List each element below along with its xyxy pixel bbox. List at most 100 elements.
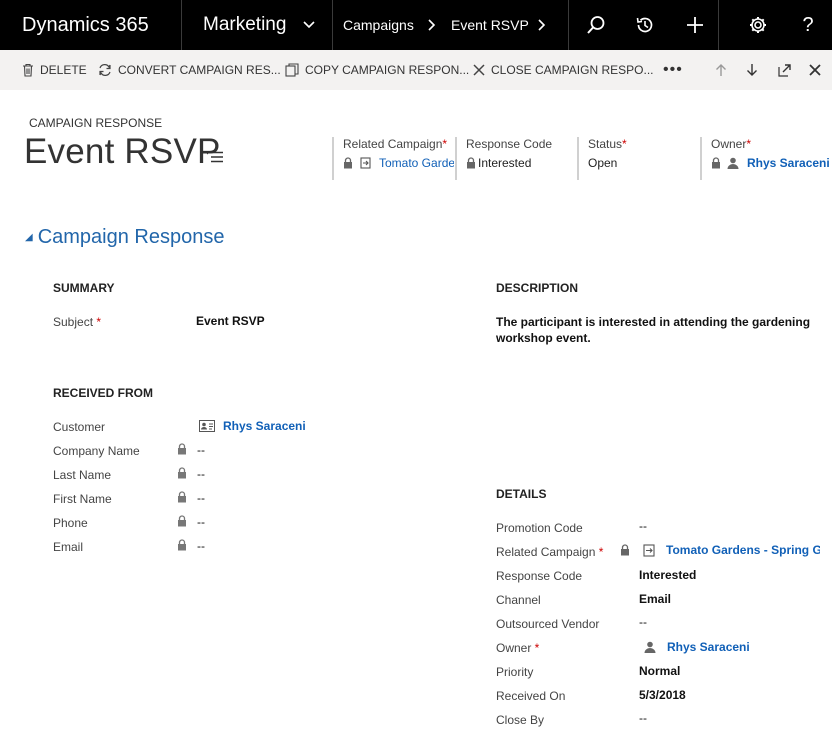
chevron-right-icon bbox=[428, 0, 436, 50]
response-code-label: Response Code bbox=[496, 569, 583, 583]
app-switcher-label[interactable]: Marketing bbox=[203, 0, 286, 50]
delete-button[interactable]: DELETE bbox=[22, 50, 87, 90]
add-icon[interactable] bbox=[683, 0, 707, 50]
app-brand[interactable]: Dynamics 365 bbox=[22, 0, 149, 50]
contact-card-icon bbox=[199, 420, 215, 432]
last-name-field[interactable]: -- bbox=[197, 467, 205, 481]
popout-icon[interactable] bbox=[778, 50, 798, 90]
header-owner: Owner* Rhys Saraceni bbox=[700, 137, 832, 180]
recent-history-icon[interactable] bbox=[633, 0, 657, 50]
lock-icon bbox=[178, 491, 186, 503]
form-selector-icon[interactable] bbox=[206, 150, 224, 168]
outsourced-vendor-field[interactable]: -- bbox=[639, 615, 647, 629]
convert-icon bbox=[99, 64, 111, 76]
email-label: Email bbox=[53, 540, 84, 554]
lock-icon bbox=[712, 157, 720, 169]
email-field[interactable]: -- bbox=[197, 539, 205, 553]
top-navigation-bar: Dynamics 365 Marketing Campaigns Event R… bbox=[0, 0, 832, 50]
outsourced-vendor-label: Outsourced Vendor bbox=[496, 617, 600, 631]
subject-label: Subject * bbox=[53, 315, 102, 329]
copy-label: COPY CAMPAIGN RESPON... bbox=[305, 63, 470, 77]
priority-field[interactable]: Normal bbox=[639, 664, 680, 678]
header-related-campaign: Related Campaign* Tomato Gardens - Sprin… bbox=[332, 137, 454, 180]
nav-divider bbox=[718, 0, 719, 50]
promotion-code-field[interactable]: -- bbox=[639, 519, 647, 533]
gear-icon[interactable] bbox=[746, 0, 770, 50]
close-by-field[interactable]: -- bbox=[639, 711, 647, 725]
nav-divider bbox=[332, 0, 333, 50]
header-related-campaign-label: Related Campaign bbox=[343, 137, 443, 151]
header-status-label: Status bbox=[588, 137, 623, 151]
company-name-field[interactable]: -- bbox=[197, 443, 205, 457]
header-owner-link[interactable]: Rhys Saraceni bbox=[747, 156, 830, 170]
description-field[interactable]: The participant is interested in attendi… bbox=[496, 314, 826, 346]
required-asterisk: * bbox=[442, 137, 448, 151]
summary-heading: SUMMARY bbox=[53, 281, 115, 295]
entity-label: CAMPAIGN RESPONSE bbox=[29, 116, 163, 130]
lock-icon bbox=[178, 467, 186, 479]
related-campaign-link[interactable]: Tomato Gardens - Spring Gardening Worksh… bbox=[666, 543, 820, 557]
help-icon[interactable]: ? bbox=[796, 0, 820, 50]
owner-field[interactable]: Rhys Saraceni bbox=[644, 640, 750, 654]
first-name-field[interactable]: -- bbox=[197, 491, 205, 505]
first-name-label: First Name bbox=[53, 492, 112, 506]
nav-divider bbox=[568, 0, 569, 50]
header-related-campaign-link[interactable]: Tomato Gardens - Spring Gardening Worksh… bbox=[379, 156, 454, 170]
phone-field[interactable]: -- bbox=[197, 515, 205, 529]
search-icon[interactable] bbox=[584, 0, 608, 50]
breadcrumb-record[interactable]: Event RSVP bbox=[451, 0, 529, 50]
subject-field[interactable]: Event RSVP bbox=[196, 314, 265, 328]
last-name-label: Last Name bbox=[53, 468, 112, 482]
required-asterisk: * bbox=[93, 315, 102, 329]
lock-icon bbox=[178, 515, 186, 527]
user-icon bbox=[727, 157, 739, 169]
header-status-value[interactable]: Open bbox=[588, 156, 617, 170]
more-commands-button[interactable]: ••• bbox=[663, 50, 683, 90]
phone-label: Phone bbox=[53, 516, 88, 530]
required-asterisk: * bbox=[595, 545, 604, 559]
user-icon bbox=[644, 641, 656, 653]
delete-label: DELETE bbox=[40, 63, 87, 77]
arrow-down-icon[interactable] bbox=[746, 50, 764, 90]
channel-field[interactable]: Email bbox=[639, 592, 671, 606]
customer-field[interactable]: Rhys Saraceni bbox=[199, 419, 306, 433]
header-owner-label: Owner bbox=[711, 137, 747, 151]
header-response-code-value: Interested bbox=[478, 156, 532, 170]
collapse-triangle-icon[interactable]: ◢ bbox=[25, 232, 33, 243]
received-from-heading: RECEIVED FROM bbox=[53, 386, 154, 400]
close-by-label: Close By bbox=[496, 713, 545, 727]
related-campaign-field[interactable]: Tomato Gardens - Spring Gardening Worksh… bbox=[642, 543, 820, 557]
response-code-field[interactable]: Interested bbox=[639, 568, 696, 582]
promotion-code-label: Promotion Code bbox=[496, 521, 583, 535]
close-campaign-response-button[interactable]: CLOSE CAMPAIGN RESPO... bbox=[473, 50, 653, 90]
customer-label: Customer bbox=[53, 420, 106, 434]
header-status: Status* Open bbox=[577, 137, 697, 180]
company-name-label: Company Name bbox=[53, 444, 140, 458]
channel-label: Channel bbox=[496, 593, 541, 607]
trash-icon bbox=[23, 63, 33, 77]
nav-divider bbox=[181, 0, 182, 50]
lock-icon bbox=[344, 157, 352, 169]
chevron-down-icon[interactable] bbox=[303, 0, 315, 50]
received-on-field[interactable]: 5/3/2018 bbox=[639, 688, 686, 702]
lock-icon bbox=[178, 539, 186, 551]
customer-link[interactable]: Rhys Saraceni bbox=[223, 419, 306, 433]
copy-campaign-response-button[interactable]: COPY CAMPAIGN RESPON... bbox=[285, 50, 469, 90]
breadcrumb-campaigns[interactable]: Campaigns bbox=[343, 0, 414, 50]
related-campaign-label: Related Campaign * bbox=[496, 545, 604, 559]
header-response-code-label: Response Code bbox=[466, 137, 553, 151]
header-response-code: Response Code Interested bbox=[455, 137, 575, 180]
command-bar: DELETE CONVERT CAMPAIGN RES... COPY CAMP… bbox=[0, 50, 832, 90]
convert-campaign-response-button[interactable]: CONVERT CAMPAIGN RES... bbox=[98, 50, 281, 90]
priority-label: Priority bbox=[496, 665, 534, 679]
owner-link[interactable]: Rhys Saraceni bbox=[667, 640, 750, 654]
lock-icon bbox=[621, 544, 629, 556]
description-heading: DESCRIPTION bbox=[496, 281, 579, 295]
section-title[interactable]: ◢ Campaign Response bbox=[25, 226, 224, 249]
campaign-icon bbox=[360, 157, 371, 169]
close-label: CLOSE CAMPAIGN RESPO... bbox=[491, 63, 654, 77]
close-form-icon[interactable] bbox=[809, 50, 827, 90]
arrow-up-icon[interactable] bbox=[715, 50, 733, 90]
chevron-right-icon[interactable] bbox=[538, 0, 546, 50]
copy-icon bbox=[285, 63, 299, 77]
